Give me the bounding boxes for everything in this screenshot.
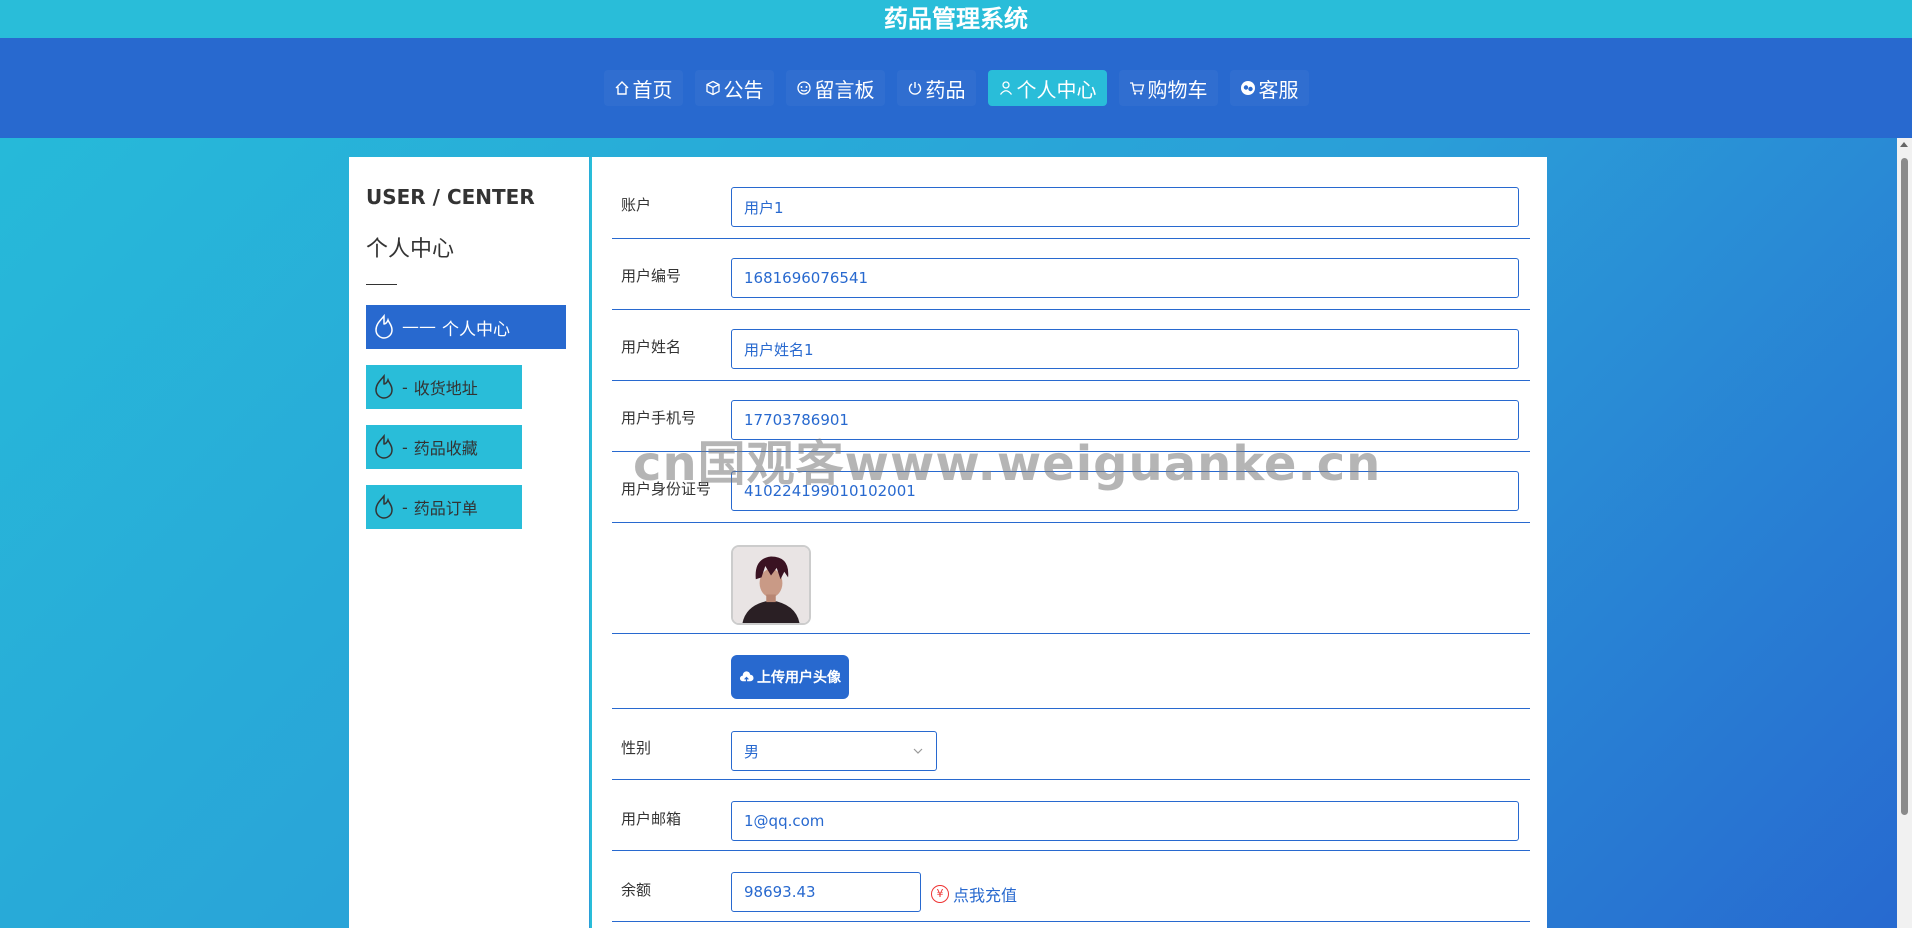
sidebar-item-label: 药品收藏 <box>413 439 478 458</box>
form-row-user-name: 用户姓名 <box>612 309 1530 381</box>
sidebar-item-prefix: - <box>402 497 408 517</box>
gender-value: 男 <box>744 742 760 761</box>
nav-customer-service[interactable]: 客服 <box>1229 70 1309 106</box>
flame-icon <box>375 314 393 339</box>
sidebar-item-orders[interactable]: - 药品订单 <box>366 485 522 529</box>
gender-label: 性别 <box>621 739 652 757</box>
cloud-upload-icon <box>739 670 754 682</box>
form-row-balance: 余额 ¥ 点我充值 <box>612 850 1530 922</box>
scrollbar-thumb[interactable] <box>1901 158 1908 815</box>
nav-medicine[interactable]: 药品 <box>896 70 976 106</box>
scroll-up-icon <box>1900 142 1908 147</box>
flame-icon <box>375 374 393 399</box>
nav-label: 药品 <box>925 77 966 102</box>
form-row-phone: 用户手机号 <box>612 380 1530 452</box>
recharge-link[interactable]: ¥ 点我充值 <box>931 882 1017 906</box>
sidebar-divider <box>366 284 397 285</box>
cube-icon <box>705 80 720 96</box>
chevron-down-icon <box>913 748 923 754</box>
flame-icon <box>375 434 393 459</box>
phone-input[interactable] <box>731 400 1519 440</box>
form-row-user-no: 用户编号 <box>612 238 1530 310</box>
app-title: 药品管理系统 <box>0 0 1912 38</box>
message-icon <box>796 81 811 95</box>
nav-cart[interactable]: 购物车 <box>1118 70 1218 106</box>
form-row-upload: 上传用户头像 <box>612 633 1530 709</box>
nav-label: 留言板 <box>814 77 875 102</box>
balance-input[interactable] <box>731 872 921 912</box>
power-icon <box>908 82 921 95</box>
sidebar-item-prefix: - <box>402 377 408 397</box>
user-no-input[interactable] <box>731 258 1519 298</box>
email-label: 用户邮箱 <box>621 810 682 828</box>
nav-notice[interactable]: 公告 <box>694 70 774 106</box>
sidebar-title-en: USER / CENTER <box>366 185 535 209</box>
upload-avatar-button[interactable]: 上传用户头像 <box>731 655 849 699</box>
sidebar-item-label: 个人中心 <box>442 319 510 340</box>
nav-home[interactable]: 首页 <box>603 70 683 106</box>
nav-message-board[interactable]: 留言板 <box>785 70 885 106</box>
profile-form: 账户 用户编号 用户姓名 用户手机号 用户身份证号 上传用户头像 <box>590 157 1547 928</box>
gender-select[interactable]: 男 <box>731 731 937 771</box>
sidebar-item-favorites[interactable]: - 药品收藏 <box>366 425 522 469</box>
user-name-label: 用户姓名 <box>621 338 682 356</box>
nav-label: 购物车 <box>1147 77 1208 102</box>
page-scrollbar[interactable] <box>1897 138 1912 928</box>
phone-label: 用户手机号 <box>621 409 697 427</box>
upload-label: 上传用户头像 <box>757 670 841 686</box>
sidebar-item-address[interactable]: - 收货地址 <box>366 365 522 409</box>
service-icon <box>1240 81 1255 95</box>
flame-icon <box>375 494 393 519</box>
form-row-email: 用户邮箱 <box>612 779 1530 851</box>
top-nav: 首页 公告 留言板 药品 个人中心 购物车 客服 <box>0 38 1912 138</box>
user-icon <box>999 81 1012 95</box>
nav-user-center[interactable]: 个人中心 <box>987 70 1107 106</box>
form-row-avatar <box>612 522 1530 634</box>
id-card-input[interactable] <box>731 471 1519 511</box>
form-row-id-card: 用户身份证号 <box>612 451 1530 523</box>
sidebar-title-zh: 个人中心 <box>366 237 455 262</box>
user-no-label: 用户编号 <box>621 267 682 285</box>
recharge-label: 点我充值 <box>953 886 1018 905</box>
nav-label: 个人中心 <box>1016 77 1097 102</box>
sidebar-item-prefix: —— <box>402 317 436 337</box>
nav-label: 首页 <box>632 77 673 102</box>
form-row-account: 账户 <box>612 157 1530 239</box>
id-card-label: 用户身份证号 <box>621 480 712 498</box>
avatar-portrait <box>733 547 809 623</box>
sidebar-item-label: 药品订单 <box>413 499 478 518</box>
account-input[interactable] <box>731 187 1519 227</box>
sidebar-item-user-center[interactable]: —— 个人中心 <box>366 305 566 349</box>
cart-icon <box>1129 82 1144 95</box>
nav-label: 公告 <box>723 77 764 102</box>
sidebar-item-prefix: - <box>402 437 408 457</box>
email-input[interactable] <box>731 801 1519 841</box>
nav-label: 客服 <box>1258 77 1299 102</box>
sidebar-item-label: 收货地址 <box>413 379 478 398</box>
user-name-input[interactable] <box>731 329 1519 369</box>
user-avatar <box>731 545 811 625</box>
balance-label: 余额 <box>621 881 652 899</box>
sidebar: USER / CENTER 个人中心 —— 个人中心 - 收货地址 - 药品收藏… <box>349 157 589 928</box>
recharge-icon: ¥ <box>931 885 949 903</box>
form-row-gender: 性别 男 <box>612 708 1530 780</box>
home-icon <box>615 81 628 95</box>
account-label: 账户 <box>621 196 652 214</box>
